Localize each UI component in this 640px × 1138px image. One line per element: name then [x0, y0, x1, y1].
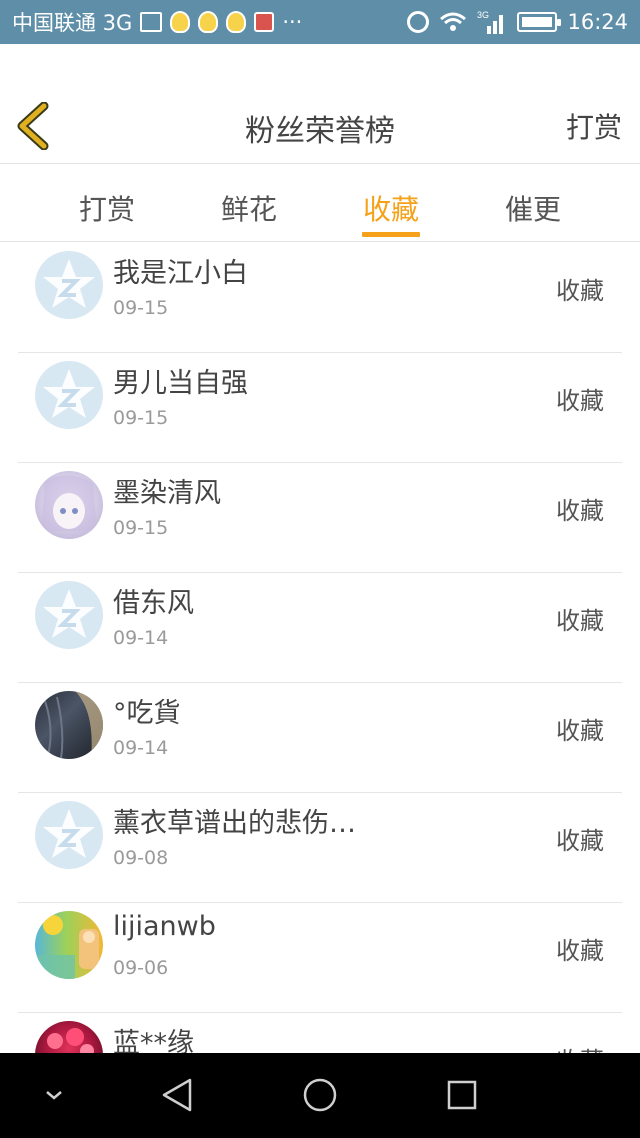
list-item[interactable]: °吃貨 09-14 收藏 [18, 683, 622, 793]
picture-icon [140, 12, 163, 32]
hide-keyboard-icon[interactable] [34, 1075, 74, 1115]
bulb-icon [170, 11, 191, 33]
carrier-label: 中国联通 3G [12, 11, 133, 35]
more-dots-icon: ··· [282, 10, 303, 34]
list-item[interactable]: 我是江小白 09-15 收藏 [18, 243, 622, 353]
status-left: 中国联通 3G ··· [12, 7, 302, 37]
battery-icon [517, 12, 562, 32]
default-avatar-icon [43, 369, 95, 418]
tab-favorites[interactable]: 收藏 [363, 188, 419, 228]
avatar [35, 911, 103, 979]
fan-list: 我是江小白 09-15 收藏 男儿当自强 09-15 收藏 墨染清风 09-15… [0, 243, 640, 1053]
list-item[interactable]: 借东风 09-14 收藏 [18, 573, 622, 683]
avatar [35, 801, 103, 869]
default-avatar-icon [43, 259, 95, 308]
status-right: 3G 16:24 [407, 10, 628, 34]
anime-avatar-image [41, 475, 97, 531]
flowers-avatar-image [47, 1028, 94, 1053]
recents-square-icon[interactable] [442, 1075, 482, 1115]
action-label: 收藏 [556, 827, 604, 855]
avatar [35, 471, 103, 539]
action-label: 收藏 [556, 937, 604, 965]
tab-bar: 打赏 鲜花 收藏 催更 [0, 164, 640, 242]
bulb-icon [226, 11, 247, 33]
user-name: 墨染清风 [113, 478, 221, 509]
user-name: lijianwb [113, 911, 216, 942]
system-nav-bar [0, 1053, 640, 1138]
tab-urge[interactable]: 催更 [505, 188, 561, 228]
user-name: 我是江小白 [113, 258, 248, 289]
action-label: 收藏 [556, 387, 604, 415]
date: 09-06 [113, 957, 169, 979]
dark-avatar-image [44, 691, 103, 759]
avatar [35, 691, 103, 759]
user-name: 男儿当自强 [113, 368, 248, 399]
avatar [35, 581, 103, 649]
default-avatar-icon [43, 809, 95, 858]
list-item[interactable]: lijianwb 09-06 收藏 [18, 903, 622, 1013]
header: 粉丝荣誉榜 打赏 [0, 44, 640, 164]
list-item[interactable]: 男儿当自强 09-15 收藏 [18, 353, 622, 463]
tab-reward[interactable]: 打赏 [79, 188, 135, 228]
wifi-icon [440, 12, 467, 31]
reward-button[interactable]: 打赏 [566, 106, 622, 146]
back-triangle-icon[interactable] [158, 1075, 198, 1115]
tab-flowers[interactable]: 鲜花 [221, 188, 277, 228]
home-circle-icon[interactable] [300, 1075, 340, 1115]
action-label: 收藏 [556, 497, 604, 525]
app-icon [254, 12, 275, 32]
avatar [35, 1021, 103, 1053]
list-item[interactable]: 墨染清风 09-15 收藏 [18, 463, 622, 573]
date: 09-14 [113, 737, 169, 759]
active-tab-indicator [362, 232, 420, 237]
default-avatar-icon [43, 589, 95, 638]
date: 09-14 [113, 627, 169, 649]
date: 09-15 [113, 517, 169, 539]
bulb-icon [198, 11, 219, 33]
action-label: 收藏 [556, 277, 604, 305]
user-name: 蓝**缘 [113, 1028, 194, 1053]
user-name: °吃貨 [113, 698, 181, 729]
user-name: 借东风 [113, 588, 194, 619]
list-item[interactable]: 薰衣草谱出的悲伤… 09-08 收藏 [18, 793, 622, 903]
page-title: 粉丝荣誉榜 [245, 114, 395, 149]
avatar [35, 251, 103, 319]
avatar [35, 361, 103, 429]
user-name: 薰衣草谱出的悲伤… [113, 808, 356, 839]
colorful-avatar-image [35, 915, 99, 979]
status-bar: 中国联通 3G ··· 3G 16:24 [0, 0, 640, 44]
date: 09-15 [113, 407, 169, 429]
alarm-icon [407, 11, 430, 33]
date: 09-08 [113, 847, 169, 869]
signal-icon: 3G [477, 10, 504, 34]
action-label: 收藏 [556, 607, 604, 635]
date: 09-15 [113, 297, 169, 319]
action-label: 收藏 [556, 717, 604, 745]
clock: 16:24 [567, 10, 628, 34]
network-label: 3G [477, 10, 489, 20]
list-item[interactable]: 蓝**缘 收藏 [18, 1013, 622, 1053]
action-label: 收藏 [556, 1041, 604, 1053]
